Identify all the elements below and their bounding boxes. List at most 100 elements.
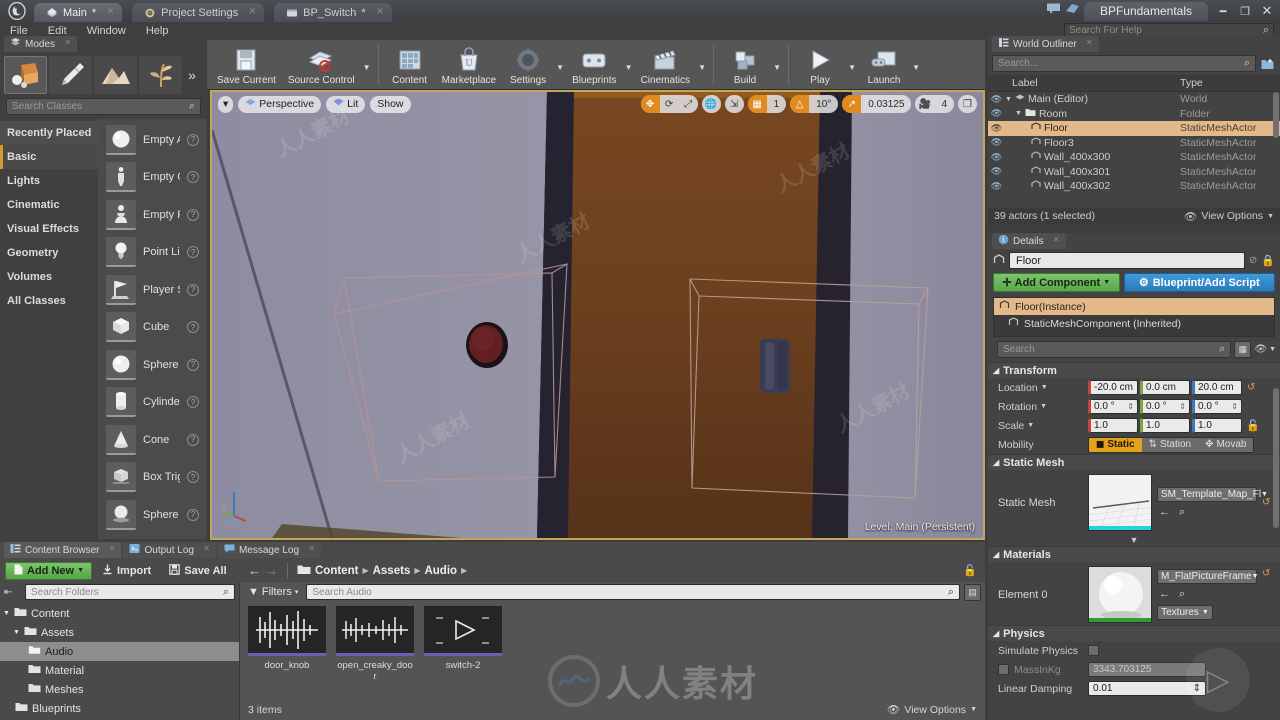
- cinematics-dropdown-arrow[interactable]: ▼: [696, 42, 708, 88]
- section-materials-header[interactable]: ◢ Materials: [988, 546, 1280, 562]
- landscape-mode-icon[interactable]: [94, 56, 137, 94]
- section-transform-header[interactable]: ◢ Transform: [988, 362, 1280, 378]
- source-control-dropdown-arrow[interactable]: ▼: [361, 42, 373, 88]
- collapse-tree-icon[interactable]: ⇤: [4, 587, 18, 598]
- camera-speed-value[interactable]: 4: [934, 95, 954, 113]
- chevron-down-icon[interactable]: ▼: [1027, 422, 1034, 429]
- angle-snap-icon[interactable]: △: [790, 95, 810, 113]
- asset-tile-door-knob[interactable]: door_knob: [248, 606, 326, 682]
- use-selected-asset-icon[interactable]: ←: [1159, 588, 1170, 601]
- visibility-eye-icon[interactable]: 👁: [988, 108, 1005, 119]
- material-combo[interactable]: M_FlatPictureFrame ▼: [1157, 569, 1259, 584]
- outliner-scrollbar[interactable]: [1273, 92, 1279, 138]
- forward-icon[interactable]: →: [265, 563, 278, 578]
- world-space-icon[interactable]: 🌐: [702, 95, 721, 113]
- help-icon[interactable]: ?: [187, 283, 199, 296]
- lock-icon[interactable]: 🔓: [963, 564, 985, 577]
- play-dropdown-arrow[interactable]: ▼: [846, 42, 858, 88]
- chevron-right-icon[interactable]: ▶: [461, 566, 467, 575]
- scale-lock-icon[interactable]: 🔓: [1246, 419, 1260, 432]
- folder-row-blueprints[interactable]: Blueprints: [0, 699, 239, 718]
- table-row[interactable]: 👁 Floor3 StaticMeshActor: [988, 136, 1280, 151]
- location-x-input[interactable]: -20.0 cm: [1088, 380, 1138, 395]
- close-icon[interactable]: ✕: [1256, 2, 1278, 20]
- minimize-icon[interactable]: ━: [1212, 2, 1234, 20]
- blueprints-dropdown-arrow[interactable]: ▼: [623, 42, 635, 88]
- folder-row-meshes[interactable]: Meshes: [0, 680, 239, 699]
- folder-row-assets[interactable]: ▼ Assets: [0, 623, 239, 642]
- tab-message-log[interactable]: Message Log ✕: [217, 542, 322, 558]
- expander-icon[interactable]: ▼: [13, 629, 20, 636]
- settings-dropdown-arrow[interactable]: ▼: [554, 42, 566, 88]
- mobility-stationary-option[interactable]: ⇅ Station: [1141, 437, 1199, 452]
- close-icon[interactable]: ✕: [109, 544, 116, 553]
- launch-button[interactable]: Launch: [858, 42, 910, 88]
- help-icon[interactable]: ?: [187, 208, 199, 221]
- visibility-eye-icon[interactable]: 👁: [988, 181, 1005, 192]
- table-row[interactable]: 👁 ▼ Room Folder: [988, 107, 1280, 122]
- lock-icon[interactable]: 🔒: [1261, 254, 1275, 267]
- spinner-icon[interactable]: ⇕: [1231, 402, 1238, 411]
- visibility-eye-icon[interactable]: 👁: [988, 94, 1005, 105]
- close-icon[interactable]: ✕: [376, 6, 384, 17]
- marketplace-button[interactable]: U Marketplace: [436, 42, 502, 88]
- close-icon[interactable]: ✕: [107, 6, 115, 17]
- folder-search-input[interactable]: Search Folders ⌕: [25, 584, 235, 600]
- help-icon[interactable]: ?: [187, 246, 199, 259]
- save-current-button[interactable]: Save Current: [211, 42, 282, 88]
- list-item[interactable]: Empty Ch ?: [98, 159, 207, 197]
- mobility-movable-option[interactable]: ✥ Movab: [1198, 437, 1254, 452]
- view-mode-perspective-button[interactable]: Perspective: [238, 95, 322, 113]
- chevron-down-icon[interactable]: ▼: [1041, 384, 1048, 391]
- list-item[interactable]: Player St ?: [98, 271, 207, 309]
- view-mode-lit-button[interactable]: Lit: [326, 95, 366, 113]
- list-item[interactable]: Sphere ?: [98, 346, 207, 384]
- location-z-input[interactable]: 20.0 cm: [1192, 380, 1242, 395]
- close-icon[interactable]: ✕: [308, 544, 315, 553]
- category-recently-placed[interactable]: Recently Placed: [0, 121, 98, 145]
- details-grid-view-button[interactable]: ▦: [1234, 341, 1252, 358]
- visibility-eye-icon[interactable]: 👁: [988, 166, 1005, 177]
- import-button[interactable]: Import: [94, 562, 159, 580]
- tab-output-log[interactable]: Output Log ✕: [123, 542, 216, 558]
- column-type[interactable]: Type: [1180, 77, 1280, 89]
- maximize-viewport-icon[interactable]: ❐: [958, 95, 977, 113]
- share-icon[interactable]: [1065, 2, 1080, 18]
- static-mesh-thumbnail[interactable]: [1088, 474, 1152, 531]
- visibility-eye-icon[interactable]: 👁: [988, 123, 1005, 134]
- asset-tile-open-creaky-door[interactable]: open_creaky_door: [336, 606, 414, 682]
- spinner-icon[interactable]: ⇕: [1179, 402, 1186, 411]
- launch-dropdown-arrow[interactable]: ▼: [910, 42, 922, 88]
- chevron-right-icon[interactable]: ▶: [362, 566, 368, 575]
- folder-row-content[interactable]: ▼ Content: [0, 604, 239, 623]
- grid-snap-value[interactable]: 1: [767, 95, 787, 113]
- help-icon[interactable]: ?: [187, 396, 199, 409]
- details-scrollbar[interactable]: [1273, 388, 1279, 528]
- list-item[interactable]: Cylinder ?: [98, 384, 207, 422]
- component-row-static-mesh[interactable]: StaticMeshComponent (Inherited): [994, 315, 1274, 332]
- help-icon[interactable]: ?: [187, 133, 199, 146]
- asset-view-save-search-button[interactable]: ▤: [964, 583, 981, 601]
- close-icon[interactable]: ✕: [249, 6, 257, 17]
- textures-dropdown-button[interactable]: Textures ▼: [1157, 605, 1213, 620]
- modes-more-icon[interactable]: »: [184, 56, 200, 94]
- category-visual-effects[interactable]: Visual Effects: [0, 217, 98, 241]
- add-new-button[interactable]: Add New ▼: [5, 561, 92, 580]
- close-icon[interactable]: ✕: [64, 38, 71, 47]
- close-icon[interactable]: ✕: [203, 544, 210, 553]
- simulate-physics-checkbox[interactable]: [1088, 645, 1099, 656]
- category-basic[interactable]: Basic: [0, 145, 98, 169]
- spinner-icon[interactable]: ⇕: [1127, 402, 1134, 411]
- foliage-mode-icon[interactable]: [139, 56, 182, 94]
- project-name-button[interactable]: BPFundamentals: [1083, 1, 1208, 21]
- settings-button[interactable]: Settings: [502, 42, 554, 88]
- expander-icon[interactable]: ▼: [1005, 96, 1012, 103]
- content-button[interactable]: Content: [384, 42, 436, 88]
- breadcrumb-assets[interactable]: Assets: [373, 565, 411, 577]
- angle-snap-value[interactable]: 10°: [809, 95, 838, 113]
- details-panel-tab[interactable]: i Details ✕: [992, 233, 1066, 249]
- outliner-view-options-button[interactable]: 👁 View Options ▼: [1184, 210, 1274, 223]
- rotate-icon[interactable]: ⟳: [660, 95, 679, 113]
- category-lights[interactable]: Lights: [0, 169, 98, 193]
- help-icon[interactable]: ⊘: [1249, 255, 1257, 266]
